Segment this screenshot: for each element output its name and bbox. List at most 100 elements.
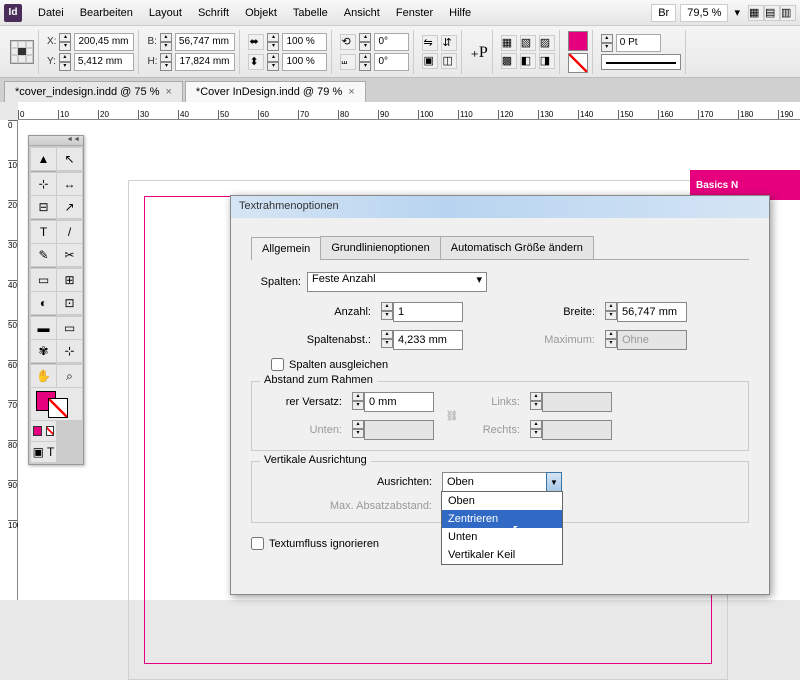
maximum-input [617, 330, 687, 350]
vert-legend: Vertikale Ausrichtung [260, 454, 371, 466]
opt-oben[interactable]: Oben [442, 492, 562, 510]
wrap-icon-3[interactable]: ▨ [539, 35, 555, 51]
document-tabs: *cover_indesign.indd @ 75 %× *Cover InDe… [0, 78, 800, 102]
menu-tabelle[interactable]: Tabelle [285, 3, 336, 23]
opt-vertikaler-keil[interactable]: Vertikaler Keil [442, 546, 562, 564]
spalten-select[interactable]: Feste Anzahl [307, 272, 487, 292]
menu-hilfe[interactable]: Hilfe [441, 3, 479, 23]
sy-input[interactable] [282, 53, 327, 71]
tool-11[interactable]: ⊞ [57, 269, 82, 291]
tool-1[interactable]: ↖ [57, 148, 82, 170]
maximum-label: Maximum: [535, 334, 595, 346]
color-picker[interactable] [31, 388, 82, 420]
wrap-icon-1[interactable]: ▦ [501, 35, 517, 51]
menu-objekt[interactable]: Objekt [237, 3, 285, 23]
spalten-label: Spalten: [251, 276, 301, 288]
tool-view-mode[interactable]: ▣ T [31, 442, 56, 462]
tool-18[interactable]: ✋ [31, 365, 56, 387]
textumfluss-check[interactable] [251, 537, 264, 550]
menu-schrift[interactable]: Schrift [190, 3, 237, 23]
stroke-style[interactable] [601, 54, 681, 70]
shear-icon: ⧢ [340, 54, 356, 70]
stroke-input[interactable] [616, 34, 661, 52]
spaltenabst-label: Spaltenabst.: [271, 334, 371, 346]
stroke-swatch[interactable] [568, 53, 588, 73]
scale-y-icon: ⬍ [248, 54, 264, 70]
tool-3[interactable]: ↔ [57, 173, 82, 195]
textumfluss-label: Textumfluss ignorieren [269, 538, 379, 550]
flip-v-icon[interactable]: ⇵ [441, 35, 457, 51]
h-input[interactable] [175, 53, 235, 71]
links-input [542, 392, 612, 412]
tool-6[interactable]: T [31, 221, 56, 243]
tool-4[interactable]: ⊟ [31, 196, 56, 218]
control-bar: X:▴▾ Y:▴▾ B:▴▾ H:▴▾ ⬌▴▾ ⬍▴▾ ⟲▴▾ ⧢▴▾ ⇋⇵ ▣… [0, 26, 800, 78]
tab-auto-groesse[interactable]: Automatisch Größe ändern [440, 236, 594, 259]
tool-10[interactable]: ▭ [31, 269, 56, 291]
view-icon-2[interactable]: ▤ [764, 5, 780, 21]
close-icon[interactable]: × [348, 86, 354, 98]
x-input[interactable] [74, 33, 134, 51]
flip-h-icon[interactable]: ⇋ [422, 35, 438, 51]
versatz-input[interactable] [364, 392, 434, 412]
tool-12[interactable]: ◐ [31, 292, 56, 314]
tool-0[interactable]: ▲ [31, 148, 56, 170]
sx-input[interactable] [282, 33, 327, 51]
tab-grundlinien[interactable]: Grundlinienoptionen [320, 236, 440, 259]
rot-input[interactable] [374, 33, 409, 51]
unten-label: Unten: [262, 424, 342, 436]
tool-2[interactable]: ⊹ [31, 173, 56, 195]
dialog-title[interactable]: Textrahmenoptionen [231, 196, 769, 218]
tool-14[interactable]: ▬ [31, 317, 56, 339]
tab-allgemein[interactable]: Allgemein [251, 237, 321, 260]
wrap-icon-4[interactable]: ▩ [501, 53, 517, 69]
spalten-ausgleichen-label: Spalten ausgleichen [289, 359, 388, 371]
fill-swatch[interactable] [568, 31, 588, 51]
tool-17[interactable]: ⊹ [57, 340, 82, 362]
opt-unten[interactable]: Unten [442, 528, 562, 546]
chevron-down-icon[interactable]: ▼ [546, 472, 562, 492]
menu-fenster[interactable]: Fenster [388, 3, 441, 23]
doc-tab-2[interactable]: *Cover InDesign.indd @ 79 %× [185, 81, 366, 102]
chain-icon[interactable]: ⛓ [444, 408, 460, 424]
tool-row-bottom[interactable] [31, 421, 56, 441]
ausrichten-select[interactable]: Oben ▼ Oben Zentrieren↖ Unten Vertikaler… [442, 472, 562, 492]
panel-header[interactable] [29, 136, 83, 146]
tool-7[interactable]: / [57, 221, 82, 243]
char-panel-icon[interactable]: ₊P [470, 42, 487, 62]
shear-input[interactable] [374, 53, 409, 71]
breite-input[interactable] [617, 302, 687, 322]
tool-16[interactable]: ✾ [31, 340, 56, 362]
spaltenabst-input[interactable] [393, 330, 463, 350]
ruler-horizontal: 0102030405060708090100110120130140150160… [18, 102, 800, 120]
w-input[interactable] [175, 33, 235, 51]
spalten-ausgleichen-check[interactable] [271, 358, 284, 371]
menu-ansicht[interactable]: Ansicht [336, 3, 388, 23]
close-icon[interactable]: × [165, 86, 171, 98]
zoom-field[interactable]: 79,5 % [680, 4, 728, 22]
tool-13[interactable]: ⊡ [57, 292, 82, 314]
ref-point[interactable] [10, 40, 34, 64]
wrap-icon-2[interactable]: ▧ [520, 35, 536, 51]
tool-15[interactable]: ▭ [57, 317, 82, 339]
y-input[interactable] [74, 53, 134, 71]
wrap-icon-6[interactable]: ◨ [539, 53, 555, 69]
sel-icon-2[interactable]: ◫ [441, 53, 457, 69]
tool-5[interactable]: ↗ [57, 196, 82, 218]
menu-bearbeiten[interactable]: Bearbeiten [72, 3, 141, 23]
wrap-icon-5[interactable]: ◧ [520, 53, 536, 69]
view-icon-3[interactable]: ▥ [780, 5, 796, 21]
tool-19[interactable]: ⌕ [57, 365, 82, 387]
anzahl-label: Anzahl: [271, 306, 371, 318]
tool-8[interactable]: ✎ [31, 244, 56, 266]
bridge-button[interactable]: Br [651, 4, 676, 22]
tool-9[interactable]: ✂ [57, 244, 82, 266]
menu-layout[interactable]: Layout [141, 3, 190, 23]
opt-zentrieren[interactable]: Zentrieren↖ [442, 510, 562, 528]
doc-tab-1[interactable]: *cover_indesign.indd @ 75 %× [4, 81, 183, 102]
sel-icon[interactable]: ▣ [422, 53, 438, 69]
anzahl-input[interactable] [393, 302, 463, 322]
view-icon-1[interactable]: ▦ [748, 5, 764, 21]
abstand-legend: Abstand zum Rahmen [260, 374, 377, 386]
menu-datei[interactable]: Datei [30, 3, 72, 23]
